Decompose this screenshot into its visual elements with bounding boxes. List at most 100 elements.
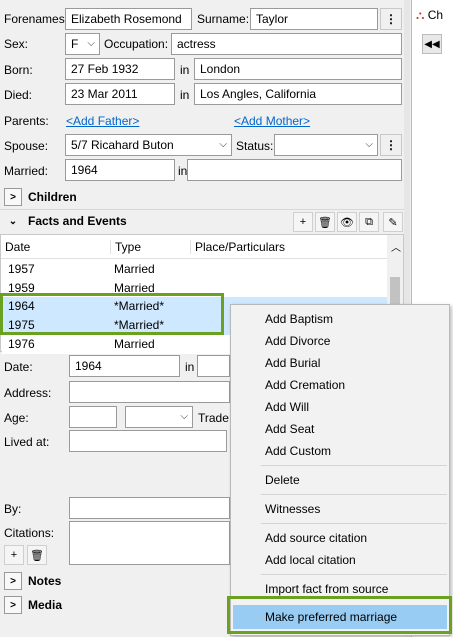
born-in-label: in xyxy=(180,63,190,77)
children-label: Children xyxy=(28,190,77,204)
menu-add-custom[interactable]: Add Custom xyxy=(265,444,331,458)
age-label: Age: xyxy=(4,411,29,425)
died-place-field[interactable]: Los Angles, California xyxy=(194,83,402,105)
rewind-icon: ◀◀ xyxy=(424,38,440,50)
spouse-value: 5/7 Ricahard Buton xyxy=(71,138,174,152)
chevron-right-icon: > xyxy=(4,572,22,590)
menu-separator xyxy=(261,465,447,466)
more-vertical-icon: ⋮ xyxy=(385,12,397,26)
table-row[interactable]: 1957 Married xyxy=(2,260,391,279)
menu-add-cremation[interactable]: Add Cremation xyxy=(265,378,345,392)
delete-citation-button[interactable]: 🗑 xyxy=(27,545,47,565)
notes-label: Notes xyxy=(28,574,62,588)
menu-separator xyxy=(261,574,447,575)
copy-icon: ⧉ xyxy=(365,215,373,228)
menu-import-fact[interactable]: Import fact from source xyxy=(265,582,388,596)
edit-fact-button[interactable]: ✎ xyxy=(383,212,403,232)
by-label: By: xyxy=(4,502,22,516)
spouse-label: Spouse: xyxy=(4,139,49,153)
trade-label: Trade: xyxy=(198,411,233,425)
rewind-button[interactable]: ◀◀ xyxy=(422,34,442,54)
column-date[interactable]: Date xyxy=(5,240,30,254)
married-date-field[interactable]: 1964 xyxy=(65,159,175,181)
tree-icon: ⛬ xyxy=(416,8,425,22)
sex-select[interactable]: F ⌵ xyxy=(65,33,100,55)
children-section-header[interactable]: > Children xyxy=(4,188,77,206)
born-place-field[interactable]: London xyxy=(194,58,402,80)
sex-value: F xyxy=(71,37,79,51)
add-fact-button[interactable]: + xyxy=(293,212,313,232)
view-fact-button[interactable]: 👁 xyxy=(337,212,357,232)
married-in-label: in xyxy=(178,164,188,178)
detail-in-label: in xyxy=(185,360,195,374)
age-qualifier-select[interactable]: ⌵ xyxy=(125,406,193,428)
row-date: 1976 xyxy=(8,337,35,351)
column-place[interactable]: Place/Particulars xyxy=(190,240,285,254)
status-label: Status: xyxy=(236,139,274,153)
add-mother-link[interactable]: <Add Mother> xyxy=(234,114,310,128)
menu-witnesses[interactable]: Witnesses xyxy=(265,502,320,516)
row-date: 1957 xyxy=(8,262,35,276)
copy-fact-button[interactable]: ⧉ xyxy=(359,212,379,232)
add-father-link[interactable]: <Add Father> xyxy=(66,114,139,128)
notes-section-header[interactable]: > Notes xyxy=(4,572,61,590)
born-label: Born: xyxy=(4,63,33,77)
wand-icon: ✎ xyxy=(388,216,398,229)
media-section-header[interactable]: > Media xyxy=(4,596,62,614)
menu-add-source-citation[interactable]: Add source citation xyxy=(265,531,367,545)
menu-add-baptism[interactable]: Add Baptism xyxy=(265,312,333,326)
menu-delete[interactable]: Delete xyxy=(265,473,300,487)
spouse-more-button[interactable]: ⋮ xyxy=(380,134,402,156)
table-header: Date Type Place/Particulars xyxy=(1,235,389,259)
forenames-field[interactable]: Elizabeth Rosemond xyxy=(65,8,192,30)
spouse-select[interactable]: 5/7 Ricahard Buton ⌵ xyxy=(65,134,232,156)
chart-tab-label: Ch xyxy=(427,8,444,22)
facts-label: Facts and Events xyxy=(28,214,127,228)
status-select[interactable]: ⌵ xyxy=(274,134,378,156)
parents-label: Parents: xyxy=(4,114,49,128)
chevron-up-icon[interactable]: ︿ xyxy=(391,239,401,254)
chevron-right-icon: > xyxy=(4,188,22,206)
chevron-down-icon: ⌵ xyxy=(365,139,373,150)
row-type: Married xyxy=(114,337,155,351)
address-field[interactable] xyxy=(69,381,230,403)
facts-section-header[interactable]: ⌄ Facts and Events xyxy=(4,212,127,230)
menu-add-seat[interactable]: Add Seat xyxy=(265,422,314,436)
menu-add-local-citation[interactable]: Add local citation xyxy=(265,553,356,567)
plus-icon: + xyxy=(299,216,307,228)
trash-icon: 🗑 xyxy=(30,549,44,562)
surname-more-button[interactable]: ⋮ xyxy=(380,8,402,30)
surname-label: Surname: xyxy=(197,12,250,26)
detail-date-label: Date: xyxy=(4,360,33,374)
column-type[interactable]: Type xyxy=(110,240,141,254)
delete-fact-button[interactable]: 🗑 xyxy=(315,212,335,232)
lived-at-label: Lived at: xyxy=(4,435,50,449)
menu-add-burial[interactable]: Add Burial xyxy=(265,356,320,370)
detail-place-field[interactable] xyxy=(197,355,230,377)
context-menu: Add Baptism Add Divorce Add Burial Add C… xyxy=(230,304,450,636)
died-date-field[interactable]: 23 Mar 2011 xyxy=(65,83,175,105)
chart-tab[interactable]: ⛬ Ch xyxy=(416,8,443,23)
menu-add-divorce[interactable]: Add Divorce xyxy=(265,334,330,348)
menu-add-will[interactable]: Add Will xyxy=(265,400,309,414)
occupation-field[interactable]: actress xyxy=(171,33,402,55)
eye-icon: 👁 xyxy=(340,216,354,229)
citations-list[interactable] xyxy=(69,521,230,565)
age-field[interactable] xyxy=(69,406,117,428)
detail-date-field[interactable]: 1964 xyxy=(69,355,180,377)
forenames-label: Forenames: xyxy=(4,12,69,26)
trash-icon: 🗑 xyxy=(318,216,332,229)
chevron-down-icon: ⌵ xyxy=(180,411,188,422)
add-citation-button[interactable]: + xyxy=(4,545,24,565)
plus-icon: + xyxy=(10,549,18,561)
lived-at-field[interactable] xyxy=(69,430,227,452)
died-in-label: in xyxy=(180,88,190,102)
menu-separator xyxy=(261,523,447,524)
occupation-label: Occupation: xyxy=(104,37,169,51)
by-field[interactable] xyxy=(69,497,230,519)
married-place-field[interactable] xyxy=(187,159,402,181)
address-label: Address: xyxy=(4,386,52,400)
surname-field[interactable]: Taylor xyxy=(250,8,378,30)
born-date-field[interactable]: 27 Feb 1932 xyxy=(65,58,175,80)
row-type: Married xyxy=(114,262,155,276)
